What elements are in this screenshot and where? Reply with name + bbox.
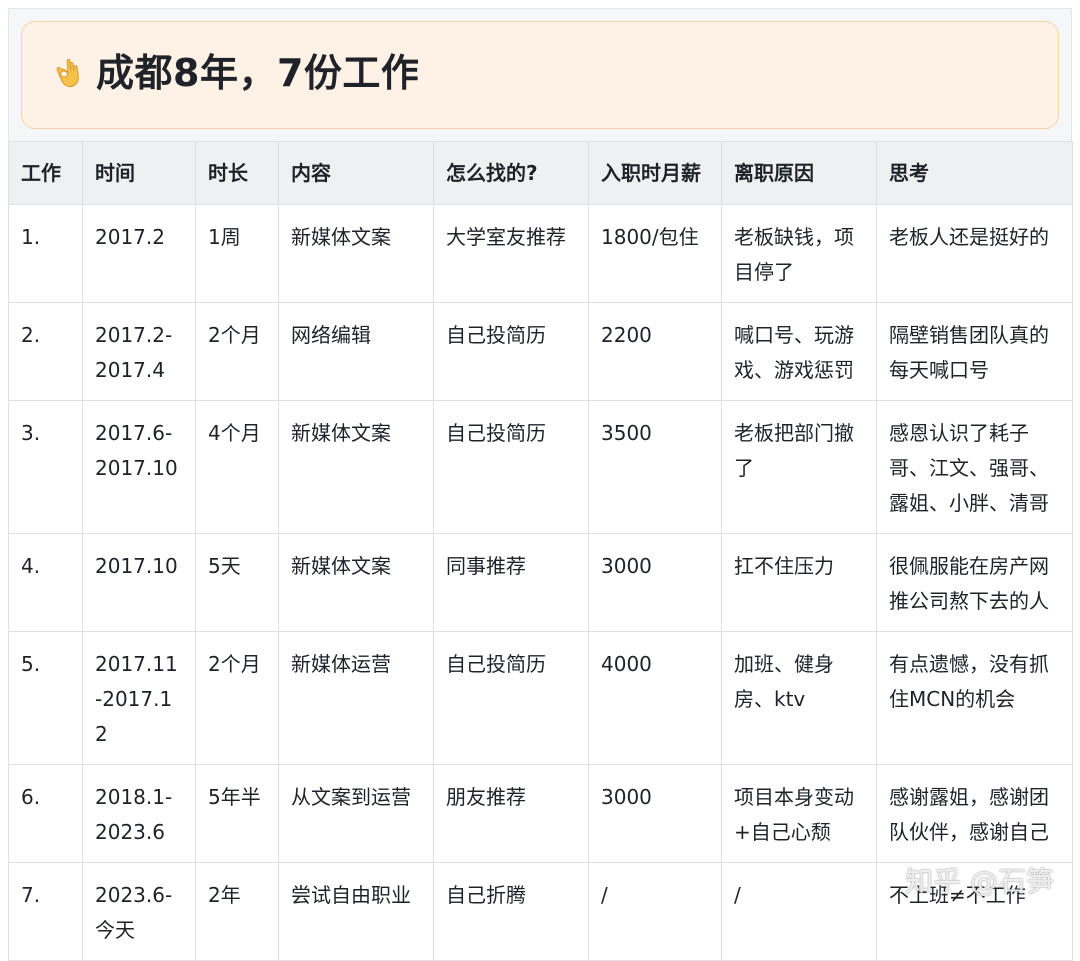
table-row: 3. 2017.6-2017.10 4个月 新媒体文案 自己投简历 3500 老… [9, 401, 1073, 534]
table-cell: 自己投简历 [434, 632, 589, 765]
table-cell: 2017.11-2017.12 [83, 632, 196, 765]
table-cell: 2. [9, 303, 83, 401]
table-cell: 2200 [589, 303, 722, 401]
header-cell: 入职时月薪 [589, 142, 722, 205]
table-row: 6. 2018.1-2023.6 5年半 从文案到运营 朋友推荐 3000 项目… [9, 765, 1073, 863]
table-row: 1. 2017.2 1周 新媒体文案 大学室友推荐 1800/包住 老板缺钱，项… [9, 205, 1073, 303]
table-cell: 新媒体文案 [279, 401, 434, 534]
header-cell: 怎么找的? [434, 142, 589, 205]
table-cell: 5年半 [196, 765, 279, 863]
table-cell: 1800/包住 [589, 205, 722, 303]
table-cell: 隔壁销售团队真的每天喊口号 [877, 303, 1073, 401]
table-cell: 自己折腾 [434, 863, 589, 961]
table-cell: 扛不住压力 [722, 534, 877, 632]
table-cell: 2017.2 [83, 205, 196, 303]
table-row: 5. 2017.11-2017.12 2个月 新媒体运营 自己投简历 4000 … [9, 632, 1073, 765]
table-cell: 3500 [589, 401, 722, 534]
table-cell: 同事推荐 [434, 534, 589, 632]
watermark-text: 知乎 @石笋 [905, 860, 1054, 900]
table-cell: / [589, 863, 722, 961]
header-cell: 离职原因 [722, 142, 877, 205]
table-row: 2. 2017.2-2017.4 2个月 网络编辑 自己投简历 2200 喊口号… [9, 303, 1073, 401]
table-cell: 自己投简历 [434, 303, 589, 401]
header-cell: 内容 [279, 142, 434, 205]
table-cell: 2023.6-今天 [83, 863, 196, 961]
table-cell: 2017.2-2017.4 [83, 303, 196, 401]
table-cell: 从文案到运营 [279, 765, 434, 863]
table-cell: 有点遗憾，没有抓住MCN的机会 [877, 632, 1073, 765]
table-cell: 5. [9, 632, 83, 765]
table-cell: 感谢露姐，感谢团队伙伴，感谢自己 [877, 765, 1073, 863]
table-cell: 4个月 [196, 401, 279, 534]
callout-block: 成都8年，7份工作 [21, 21, 1059, 129]
table-cell: 1周 [196, 205, 279, 303]
table-cell: 3. [9, 401, 83, 534]
table-cell: 自己投简历 [434, 401, 589, 534]
table-header-row: 工作 时间 时长 内容 怎么找的? 入职时月薪 离职原因 思考 [9, 142, 1073, 205]
table-cell: 老板缺钱，项目停了 [722, 205, 877, 303]
table-cell: 1. [9, 205, 83, 303]
table-cell: 6. [9, 765, 83, 863]
table-cell: 感恩认识了耗子哥、江文、强哥、露姐、小胖、清哥 [877, 401, 1073, 534]
table-cell: 大学室友推荐 [434, 205, 589, 303]
table-cell: 新媒体文案 [279, 205, 434, 303]
table-row: 4. 2017.10 5天 新媒体文案 同事推荐 3000 扛不住压力 很佩服能… [9, 534, 1073, 632]
table-cell: 新媒体运营 [279, 632, 434, 765]
table-cell: 2018.1-2023.6 [83, 765, 196, 863]
table-cell: 2年 [196, 863, 279, 961]
table-cell: 3000 [589, 765, 722, 863]
table-cell: 2017.10 [83, 534, 196, 632]
table-cell: / [722, 863, 877, 961]
header-cell: 工作 [9, 142, 83, 205]
ok-hand-icon [52, 55, 82, 91]
table-cell: 4000 [589, 632, 722, 765]
table-cell: 尝试自由职业 [279, 863, 434, 961]
table-cell: 网络编辑 [279, 303, 434, 401]
table-cell: 很佩服能在房产网推公司熬下去的人 [877, 534, 1073, 632]
table-cell: 2个月 [196, 303, 279, 401]
table-cell: 2017.6-2017.10 [83, 401, 196, 534]
table-cell: 新媒体文案 [279, 534, 434, 632]
table-cell: 老板人还是挺好的 [877, 205, 1073, 303]
table-cell: 朋友推荐 [434, 765, 589, 863]
table-cell: 3000 [589, 534, 722, 632]
work-history-table: 工作 时间 时长 内容 怎么找的? 入职时月薪 离职原因 思考 1. 2017.… [8, 141, 1073, 961]
table-cell: 项目本身变动+自己心颓 [722, 765, 877, 863]
page-title: 成都8年，7份工作 [96, 50, 419, 96]
table-cell: 4. [9, 534, 83, 632]
table-cell: 7. [9, 863, 83, 961]
header-cell: 时间 [83, 142, 196, 205]
table-cell: 老板把部门撤了 [722, 401, 877, 534]
table-cell: 喊口号、玩游戏、游戏惩罚 [722, 303, 877, 401]
header-cell: 时长 [196, 142, 279, 205]
table-cell: 2个月 [196, 632, 279, 765]
header-cell: 思考 [877, 142, 1073, 205]
table-cell: 5天 [196, 534, 279, 632]
table-cell: 加班、健身房、ktv [722, 632, 877, 765]
